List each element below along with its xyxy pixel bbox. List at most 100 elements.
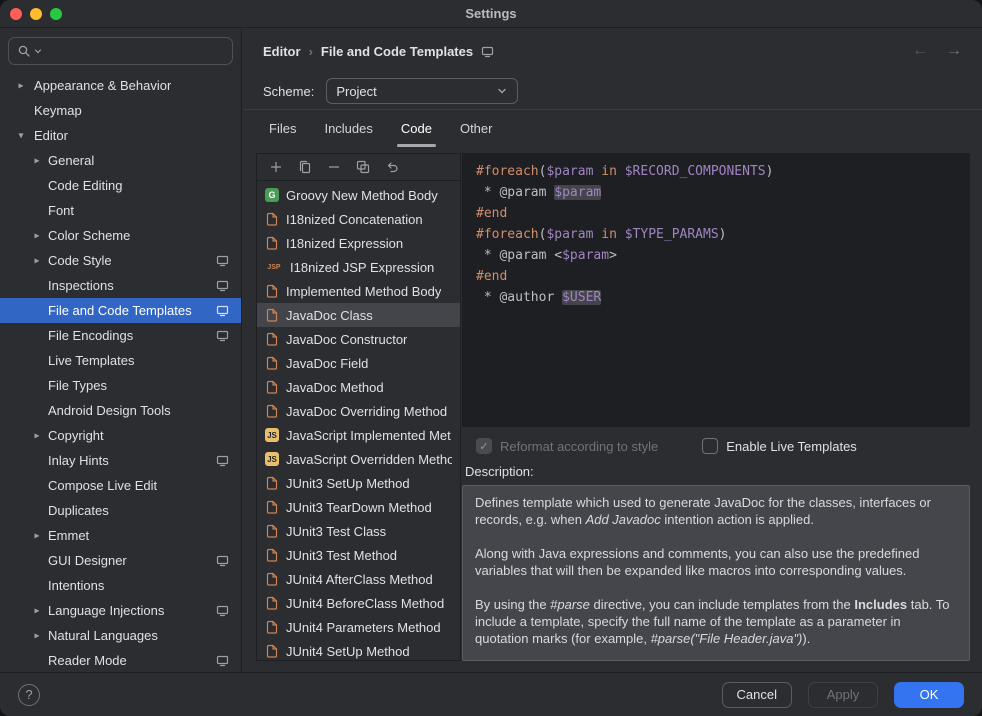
template-item-implemented-method-body[interactable]: Implemented Method Body <box>257 279 460 303</box>
template-item-label: JavaDoc Constructor <box>286 332 407 347</box>
template-item-i18nized-concatenation[interactable]: I18nized Concatenation <box>257 207 460 231</box>
code-token: ) <box>766 164 774 179</box>
sidebar-item-label: Copyright <box>48 428 104 443</box>
sidebar-item-emmet[interactable]: ▸Emmet <box>0 523 241 548</box>
description-text: directive, you can include templates fro… <box>590 597 854 612</box>
template-item-javadoc-class[interactable]: JavaDoc Class <box>257 303 460 327</box>
sidebar-item-editor[interactable]: ▾Editor <box>0 123 241 148</box>
sidebar-item-label: Inspections <box>48 278 114 293</box>
reformat-checkbox[interactable]: Reformat according to style <box>476 438 658 454</box>
zoom-window-button[interactable] <box>50 8 62 20</box>
ok-button[interactable]: OK <box>894 682 964 708</box>
sidebar-item-font[interactable]: Font <box>0 198 241 223</box>
duplicate-template-button[interactable] <box>353 157 373 177</box>
sidebar-item-gui-designer[interactable]: GUI Designer <box>0 548 241 573</box>
template-item-i18nized-expression[interactable]: I18nized Expression <box>257 231 460 255</box>
sidebar-item-color-scheme[interactable]: ▸Color Scheme <box>0 223 241 248</box>
sidebar-item-android-design-tools[interactable]: Android Design Tools <box>0 398 241 423</box>
sidebar-item-label: Code Editing <box>48 178 122 193</box>
sidebar-item-file-and-code-templates[interactable]: File and Code Templates <box>0 298 241 323</box>
sidebar-item-intentions[interactable]: Intentions <box>0 573 241 598</box>
minimize-window-button[interactable] <box>30 8 42 20</box>
sidebar-item-duplicates[interactable]: Duplicates <box>0 498 241 523</box>
template-item-javadoc-overriding-method[interactable]: JavaDoc Overriding Method <box>257 399 460 423</box>
template-item-groovy-new-method-body[interactable]: GGroovy New Method Body <box>257 183 460 207</box>
template-item-junit3-setup-method[interactable]: JUnit3 SetUp Method <box>257 471 460 495</box>
template-item-junit4-afterclass-method[interactable]: JUnit4 AfterClass Method <box>257 567 460 591</box>
add-template-button[interactable] <box>266 157 286 177</box>
chevron-down-icon[interactable]: ▾ <box>14 130 28 141</box>
sidebar-item-inlay-hints[interactable]: Inlay Hints <box>0 448 241 473</box>
monitor-icon <box>216 554 229 567</box>
template-item-label: JUnit4 Parameters Method <box>286 620 441 635</box>
reset-templates-button[interactable] <box>382 157 402 177</box>
description-text: Add Javadoc <box>586 512 661 527</box>
content-area: GGroovy New Method BodyI18nized Concaten… <box>243 147 982 672</box>
file-template-icon <box>265 644 279 658</box>
sidebar-item-label: Duplicates <box>48 503 109 518</box>
monitor-icon <box>216 279 229 292</box>
template-item-junit3-test-method[interactable]: JUnit3 Test Method <box>257 543 460 567</box>
file-template-icon <box>265 548 279 562</box>
sidebar-item-file-encodings[interactable]: File Encodings <box>0 323 241 348</box>
template-item-javadoc-constructor[interactable]: JavaDoc Constructor <box>257 327 460 351</box>
tab-files[interactable]: Files <box>255 110 310 147</box>
reformat-label: Reformat according to style <box>500 439 658 454</box>
sidebar-item-compose-live-edit[interactable]: Compose Live Edit <box>0 473 241 498</box>
chevron-right-icon[interactable]: ▸ <box>30 630 44 641</box>
template-item-javascript-overridden-metho[interactable]: JSJavaScript Overridden Metho <box>257 447 460 471</box>
template-editor[interactable]: #foreach($param in $RECORD_COMPONENTS) *… <box>462 153 970 427</box>
help-button[interactable]: ? <box>18 684 40 706</box>
apply-button[interactable]: Apply <box>808 682 878 708</box>
template-item-junit3-test-class[interactable]: JUnit3 Test Class <box>257 519 460 543</box>
chevron-right-icon[interactable]: ▸ <box>30 530 44 541</box>
sidebar-item-general[interactable]: ▸General <box>0 148 241 173</box>
chevron-right-icon[interactable]: ▸ <box>30 605 44 616</box>
sidebar-item-natural-languages[interactable]: ▸Natural Languages <box>0 623 241 648</box>
search-history-chevron-icon[interactable] <box>34 47 42 55</box>
sidebar-item-language-injections[interactable]: ▸Language Injections <box>0 598 241 623</box>
sidebar-item-reader-mode[interactable]: Reader Mode <box>0 648 241 672</box>
forward-arrow-icon[interactable]: → <box>946 42 962 60</box>
chevron-right-icon[interactable]: ▸ <box>30 230 44 241</box>
file-template-icon <box>265 356 279 370</box>
template-item-javadoc-method[interactable]: JavaDoc Method <box>257 375 460 399</box>
template-item-junit3-teardown-method[interactable]: JUnit3 TearDown Method <box>257 495 460 519</box>
sidebar-item-code-style[interactable]: ▸Code Style <box>0 248 241 273</box>
enable-live-templates-checkbox[interactable]: Enable Live Templates <box>702 438 857 454</box>
template-item-label: Implemented Method Body <box>286 284 441 299</box>
chevron-right-icon[interactable]: ▸ <box>30 255 44 266</box>
chevron-right-icon[interactable]: ▸ <box>14 80 28 91</box>
template-item-javadoc-field[interactable]: JavaDoc Field <box>257 351 460 375</box>
template-item-junit4-setup-method[interactable]: JUnit4 SetUp Method <box>257 639 460 660</box>
sidebar-item-code-editing[interactable]: Code Editing <box>0 173 241 198</box>
tab-other[interactable]: Other <box>446 110 507 147</box>
template-item-junit4-beforeclass-method[interactable]: JUnit4 BeforeClass Method <box>257 591 460 615</box>
search-input[interactable] <box>8 37 233 65</box>
sidebar-item-keymap[interactable]: Keymap <box>0 98 241 123</box>
sidebar-item-copyright[interactable]: ▸ Copyright <box>0 423 241 448</box>
sidebar-item-file-types[interactable]: File Types <box>0 373 241 398</box>
breadcrumb-editor[interactable]: Editor <box>263 44 301 59</box>
template-item-i18nized-jsp-expression[interactable]: JSPI18nized JSP Expression <box>257 255 460 279</box>
scheme-select[interactable]: Project <box>326 78 518 104</box>
copy-icon <box>297 159 313 175</box>
sidebar-item-inspections[interactable]: Inspections <box>0 273 241 298</box>
chevron-right-icon[interactable]: ▸ <box>30 155 44 166</box>
template-item-junit4-parameters-method[interactable]: JUnit4 Parameters Method <box>257 615 460 639</box>
template-item-javascript-implemented-met[interactable]: JSJavaScript Implemented Met <box>257 423 460 447</box>
tab-code[interactable]: Code <box>387 110 446 147</box>
monitor-icon <box>216 454 229 467</box>
remove-icon <box>326 159 342 175</box>
template-detail-panel: #foreach($param in $RECORD_COMPONENTS) *… <box>462 153 970 661</box>
description-paragraph: Along with Java expressions and comments… <box>475 545 957 579</box>
back-arrow-icon[interactable]: ← <box>912 42 928 60</box>
tab-includes[interactable]: Includes <box>310 110 386 147</box>
chevron-right-icon[interactable]: ▸ <box>30 430 44 441</box>
close-window-button[interactable] <box>10 8 22 20</box>
remove-template-button[interactable] <box>324 157 344 177</box>
sidebar-item-appearance-behavior[interactable]: ▸Appearance & Behavior <box>0 73 241 98</box>
cancel-button[interactable]: Cancel <box>722 682 792 708</box>
copy-template-button[interactable] <box>295 157 315 177</box>
sidebar-item-live-templates[interactable]: Live Templates <box>0 348 241 373</box>
